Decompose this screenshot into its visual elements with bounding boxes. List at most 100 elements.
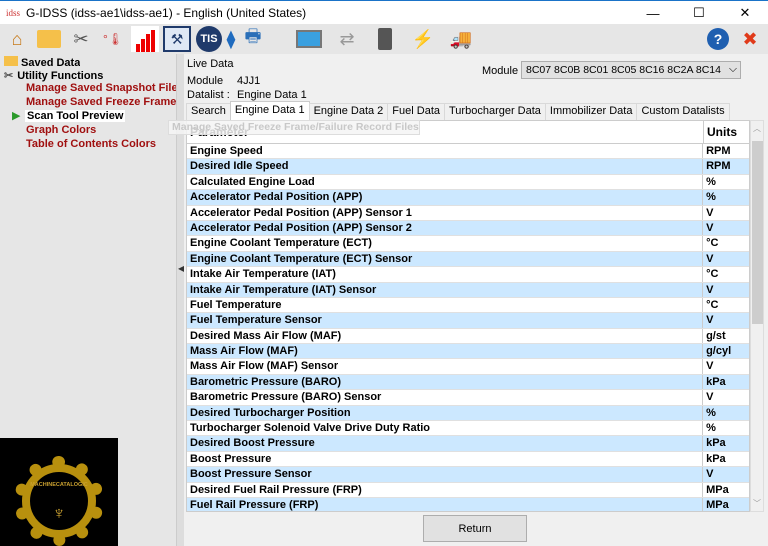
table-row[interactable]: Barometric Pressure (BARO) kPa	[187, 374, 749, 391]
table-row[interactable]: Mass Air Flow (MAF) g/cyl	[187, 344, 749, 360]
table-row[interactable]: Desired Fuel Rail Pressure (FRP) MPa	[187, 482, 749, 498]
scrollbar-thumb[interactable]	[752, 141, 763, 324]
module-label: Module	[187, 75, 224, 87]
table-row[interactable]: Engine Speed RPM	[187, 144, 749, 160]
brand-text: MACHINECATALOGIC	[30, 482, 88, 488]
window-title: G-IDSS (idss-ae1\idss-ae1) - English (Un…	[26, 5, 307, 20]
table-row[interactable]: Barometric Pressure (BARO) Sensor V	[187, 390, 749, 406]
units-cell: °C	[706, 298, 719, 311]
device-icon[interactable]	[371, 26, 399, 52]
phoenix-icon: ♆	[22, 464, 96, 538]
title-bar: idss G-IDSS (idss-ae1\idss-ae1) - Englis…	[0, 0, 768, 24]
help-icon[interactable]: ?	[704, 26, 732, 52]
tab-fuel-data[interactable]: Fuel Data	[387, 103, 445, 120]
table-scrollbar[interactable]: ︿ ﹀	[750, 120, 764, 512]
tooltip: Manage Saved Freeze Frame/Failure Record…	[168, 120, 420, 135]
tree-toc-colors[interactable]: Table of Contents Colors	[26, 138, 156, 150]
tree-label: Saved Data	[21, 57, 81, 69]
table-row[interactable]: Intake Air Temperature (IAT) Sensor V	[187, 282, 749, 298]
units-cell: MPa	[706, 498, 729, 511]
tree-scan-tool-preview[interactable]: Scan Tool Preview	[25, 110, 126, 122]
parameter-cell: Fuel Rail Pressure (FRP)	[187, 497, 704, 511]
units-cell: V	[706, 283, 714, 296]
units-cell: V	[706, 468, 714, 481]
tab-turbocharger-data[interactable]: Turbocharger Data	[444, 103, 546, 120]
parameter-cell: Boost Pressure Sensor	[187, 467, 704, 482]
units-cell: V	[706, 360, 714, 373]
tree-label: Utility Functions	[17, 70, 104, 82]
parameter-cell: Desired Mass Air Flow (MAF)	[187, 328, 704, 344]
tree-manage-snapshot[interactable]: Manage Saved Snapshot Files	[26, 82, 176, 94]
health-report-icon[interactable]: ⚒	[163, 26, 191, 52]
gidss-chart-icon[interactable]	[131, 26, 159, 52]
module-ddi-select[interactable]: 8C07 8C0B 8C01 8C05 8C16 8C2A 8C14 ⌵	[521, 61, 741, 79]
table-row[interactable]: Turbocharger Solenoid Valve Drive Duty R…	[187, 421, 749, 437]
parameter-cell: Engine Coolant Temperature (ECT)	[187, 236, 704, 251]
parameter-cell: Intake Air Temperature (IAT)	[187, 267, 704, 282]
separator-icon: ⧫	[226, 28, 236, 49]
units-cell: %	[706, 175, 716, 188]
maximize-button[interactable]: ☐	[676, 1, 722, 25]
close-button[interactable]: ✕	[722, 1, 768, 25]
return-button[interactable]: Return	[423, 515, 527, 542]
parameter-cell: Accelerator Pedal Position (APP) Sensor …	[187, 220, 704, 236]
tab-engine-data-2[interactable]: Engine Data 2	[308, 103, 389, 120]
table-row[interactable]: Engine Coolant Temperature (ECT) Sensor V	[187, 251, 749, 268]
tools-icon: ✂	[4, 70, 14, 82]
header-units[interactable]: Units	[704, 121, 737, 143]
tab-search[interactable]: Search	[186, 103, 231, 120]
power-icon[interactable]: ⚡	[403, 26, 443, 52]
table-row[interactable]: Mass Air Flow (MAF) Sensor V	[187, 359, 749, 375]
table-row[interactable]: Intake Air Temperature (IAT) °C	[187, 267, 749, 283]
tab-engine-data-1[interactable]: Engine Data 1	[229, 101, 310, 120]
home-icon[interactable]: ⌂	[3, 26, 31, 52]
table-row[interactable]: Desired Mass Air Flow (MAF) g/st	[187, 328, 749, 345]
ddi-value: 8C07 8C0B 8C01 8C05 8C16 8C2A 8C14	[526, 64, 721, 76]
table-row[interactable]: Engine Coolant Temperature (ECT) °C	[187, 236, 749, 252]
table-row[interactable]: Desired Idle Speed RPM	[187, 159, 749, 175]
live-data-heading: Live Data	[187, 58, 234, 70]
table-row[interactable]: Fuel Rail Pressure (FRP) MPa	[187, 497, 749, 511]
units-cell: RPM	[706, 145, 731, 157]
tree-saved-data[interactable]: Saved Data	[4, 56, 80, 69]
truck-icon[interactable]: 🚚	[447, 26, 475, 52]
table-row[interactable]: Boost Pressure kPa	[187, 451, 749, 468]
units-cell: kPa	[706, 437, 726, 450]
scroll-up-icon[interactable]: ︿	[753, 123, 761, 134]
parameter-cell: Turbocharger Solenoid Valve Drive Duty R…	[187, 421, 704, 436]
tree-manage-freeze-frame[interactable]: Manage Saved Freeze Frame/Failure Record…	[26, 96, 176, 108]
table-row[interactable]: Accelerator Pedal Position (APP) Sensor …	[187, 205, 749, 221]
table-row[interactable]: Accelerator Pedal Position (APP) Sensor …	[187, 220, 749, 237]
minimize-button[interactable]: —	[630, 1, 676, 25]
tab-custom-datalists[interactable]: Custom Datalists	[636, 103, 730, 120]
units-cell: %	[706, 191, 716, 204]
laptop-icon[interactable]	[295, 26, 323, 52]
exit-icon[interactable]: ✖	[736, 26, 764, 52]
connection-icon[interactable]: ⇄	[327, 26, 367, 52]
printer-icon[interactable]: 🖶	[239, 26, 267, 52]
parameter-cell: Calculated Engine Load	[187, 174, 704, 190]
tree-utility-functions[interactable]: ✂ Utility Functions	[4, 69, 103, 82]
tree-graph-colors[interactable]: Graph Colors	[26, 124, 96, 136]
folder-icon[interactable]	[35, 26, 63, 52]
table-row[interactable]: Desired Turbocharger Position%	[187, 405, 749, 422]
table-row[interactable]: Boost Pressure Sensor V	[187, 467, 749, 483]
table-row[interactable]: Accelerator Pedal Position (APP)%	[187, 190, 749, 206]
tis-icon[interactable]: TIS	[195, 26, 223, 52]
parameter-cell: Accelerator Pedal Position (APP) Sensor …	[187, 205, 704, 220]
parameter-cell: Fuel Temperature	[187, 297, 704, 313]
table-row[interactable]: Desired Boost Pressure kPa	[187, 436, 749, 452]
units-cell: V	[706, 206, 714, 219]
temperature-icon[interactable]: °🌡	[99, 26, 127, 52]
tis-label: TIS	[196, 26, 222, 52]
app-icon: idss	[6, 7, 21, 18]
scroll-down-icon[interactable]: ﹀	[753, 498, 761, 509]
units-cell: °C	[706, 268, 719, 281]
table-row[interactable]: Fuel Temperature Sensor V	[187, 313, 749, 329]
units-cell: kPa	[706, 375, 726, 388]
table-row[interactable]: Calculated Engine Load%	[187, 174, 749, 191]
tools-icon[interactable]: ✂	[67, 26, 95, 52]
tab-immobilizer-data[interactable]: Immobilizer Data	[544, 103, 638, 120]
table-row[interactable]: Fuel Temperature °C	[187, 297, 749, 314]
parameter-cell: Mass Air Flow (MAF)	[187, 344, 704, 359]
